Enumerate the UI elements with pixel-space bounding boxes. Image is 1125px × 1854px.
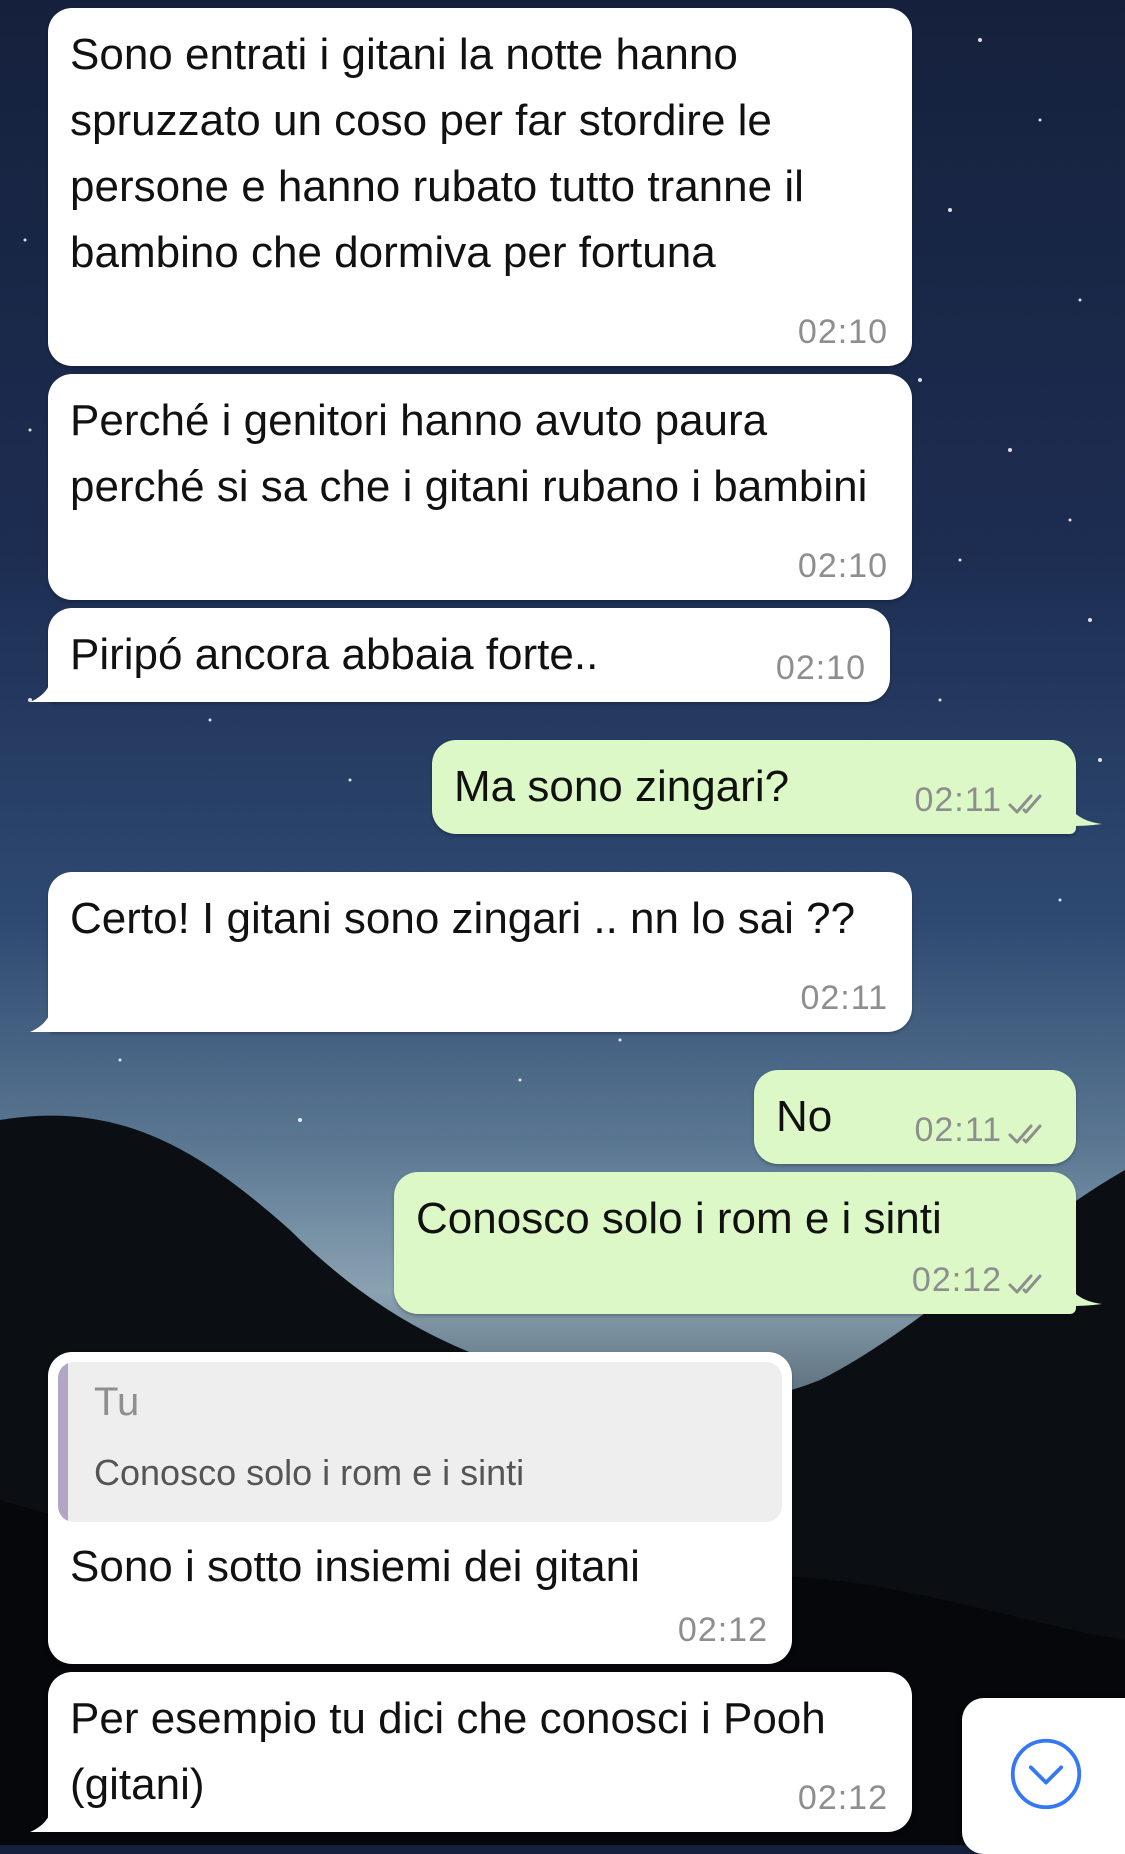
bubble-tail: [30, 672, 60, 702]
scroll-to-bottom-button[interactable]: [962, 1698, 1125, 1854]
incoming-message-reply[interactable]: Tu Conosco solo i rom e i sinti Sono i s…: [48, 1352, 792, 1664]
quote-bar: [58, 1362, 68, 1522]
chevron-down-circle-icon: [1010, 1738, 1082, 1810]
message-text: Perché i genitori hanno avuto paura perc…: [70, 396, 868, 511]
incoming-message[interactable]: Sono entrati i gitani la notte hanno spr…: [48, 8, 912, 366]
double-check-icon: [1008, 1124, 1042, 1144]
message-text: No: [776, 1092, 833, 1141]
message-time: 02:11: [800, 979, 888, 1017]
bubble-tail: [1068, 804, 1102, 826]
message-time: 02:10: [797, 313, 888, 351]
outgoing-message[interactable]: Conosco solo i rom e i sinti 02:12: [394, 1172, 1102, 1314]
message-text: Piripó ancora abbaia forte..: [70, 630, 599, 679]
incoming-message[interactable]: Per esempio tu dici che conosci i Pooh (…: [30, 1672, 912, 1832]
double-check-icon: [1008, 1274, 1042, 1294]
message-text: Certo! I gitani sono zingari .. nn lo sa…: [70, 894, 856, 943]
message-time: 02:12: [797, 1779, 888, 1817]
bubble-tail: [30, 1802, 60, 1832]
message-time: 02:12: [911, 1261, 1002, 1299]
bubble-tail: [30, 1002, 60, 1032]
quote-author: Tu: [94, 1380, 140, 1424]
message-time: 02:10: [775, 649, 866, 687]
message-time: 02:11: [914, 1111, 1002, 1149]
message-text: Ma sono zingari?: [454, 762, 790, 811]
message-time: 02:10: [797, 547, 888, 585]
incoming-message[interactable]: Perché i genitori hanno avuto paura perc…: [48, 374, 912, 600]
incoming-message[interactable]: Certo! I gitani sono zingari .. nn lo sa…: [30, 872, 912, 1032]
incoming-message[interactable]: Piripó ancora abbaia forte.. 02:10: [30, 608, 890, 702]
message-text: Per esempio tu dici che conosci i Pooh (…: [70, 1694, 826, 1809]
message-time: 02:11: [914, 781, 1002, 819]
bubble-tail: [1068, 1284, 1102, 1306]
quote-text: Conosco solo i rom e i sinti: [94, 1452, 525, 1493]
message-text: Sono i sotto insiemi dei gitani: [70, 1542, 640, 1591]
double-check-icon: [1008, 794, 1042, 814]
message-time: 02:12: [677, 1611, 768, 1649]
outgoing-message[interactable]: Ma sono zingari? 02:11: [432, 740, 1102, 834]
quoted-message[interactable]: Tu Conosco solo i rom e i sinti: [58, 1362, 782, 1522]
outgoing-message[interactable]: No 02:11: [754, 1070, 1076, 1164]
message-text: Sono entrati i gitani la notte hanno spr…: [70, 30, 804, 277]
message-text: Conosco solo i rom e i sinti: [416, 1194, 942, 1243]
